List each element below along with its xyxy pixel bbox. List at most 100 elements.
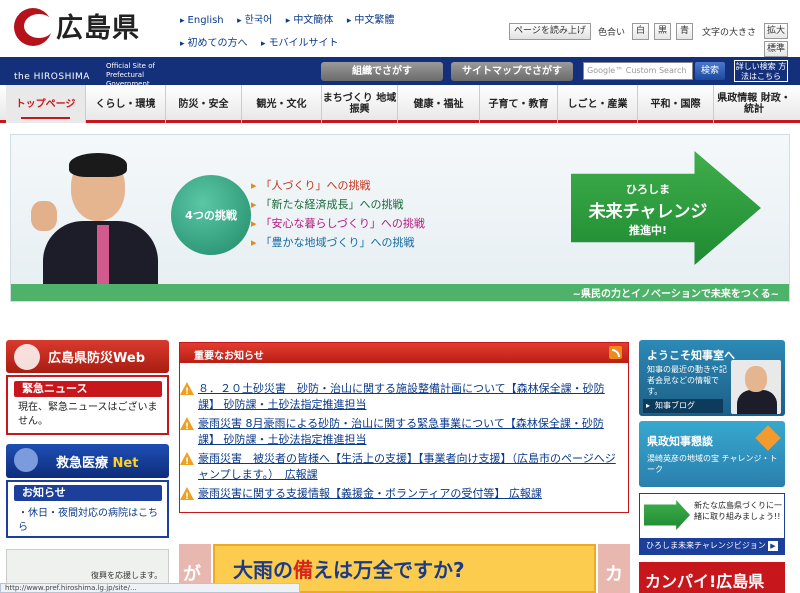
emergency-medical-title: 救急医療 Net	[56, 452, 138, 471]
browser-status-bar: http://www.pref.hiroshima.lg.jp/site/...	[0, 583, 300, 593]
arrow-line-1: ひろしま	[626, 183, 670, 196]
carousel-next-char: カ	[605, 564, 623, 585]
search-button[interactable]: 検索	[695, 62, 725, 80]
challenge-item: 「豊かな地域づくり」への挑戦	[251, 234, 425, 249]
governor-office-title: ようこそ知事室へ	[647, 349, 735, 362]
nav-safety[interactable]: 防災・安全	[166, 85, 242, 123]
notice-title: お知らせ	[14, 485, 162, 501]
notice-item[interactable]: 豪雨災害 8月豪雨による砂防・治山に関する緊急事業について【森林保全課・砂防課】…	[180, 416, 623, 448]
nav-work[interactable]: しごと・産業	[558, 85, 638, 123]
official-site-name: the HIROSHIMA	[14, 72, 90, 82]
four-challenges-badge: 4つの挑戦	[171, 175, 251, 255]
governor-talk-desc: 湯崎英彦の地域の宝 チャレンジ・トーク	[647, 454, 778, 474]
disaster-logo-icon	[14, 344, 40, 370]
nav-tourism[interactable]: 観光・文化	[242, 85, 322, 123]
important-notices-title: 重要なお知らせ	[194, 351, 264, 362]
challenge-item: 「新たな経済成長」への挑戦	[251, 196, 425, 211]
urgent-news-title: 緊急ニュース	[14, 381, 162, 397]
site-header: 広島県 English 한국어 中文簡体 中文繁體 初めての方へ モバイルサイト…	[0, 0, 800, 57]
prefecture-logo-icon[interactable]	[14, 8, 54, 46]
rain-text-highlight: 備	[293, 558, 313, 582]
rain-text-pre: 大雨の	[233, 558, 293, 582]
first-time-link[interactable]: 初めての方へ	[180, 34, 248, 49]
nav-peace[interactable]: 平和・国際	[638, 85, 714, 123]
kanpai-hiroshima-banner[interactable]: カンパイ!広島県	[639, 562, 785, 593]
governor-thumbnail	[731, 360, 781, 414]
governor-talk-banner[interactable]: 県政知事懇談 湯崎英彦の地域の宝 チャレンジ・トーク	[639, 421, 785, 487]
notice-item[interactable]: ８．２０土砂災害 砂防・治山に関する施設整備計画について【森林保全課・砂防課】 …	[180, 381, 623, 413]
maple-leaf-icon	[755, 425, 781, 451]
urgent-news-text: 現在、緊急ニュースはございません。	[18, 402, 158, 427]
governor-office-desc: 知事の最近の動きや記者会見などの情報です。	[647, 365, 727, 396]
warning-icon	[180, 487, 194, 505]
nav-top-page[interactable]: トップページ	[6, 85, 86, 123]
color-white-button[interactable]: 白	[632, 23, 649, 40]
net-label: Net	[112, 456, 139, 471]
urgent-news-box: 緊急ニュース 現在、緊急ニュースはございません。	[6, 375, 169, 435]
future-challenge-logo-icon	[644, 500, 690, 530]
notice-item[interactable]: 豪雨災害 被災者の皆様へ【生活上の支援】【事業者向け支援】（広島市のページへジャ…	[180, 451, 623, 483]
future-challenge-arrow: ひろしま 未来チャレンジ 推進中!	[571, 151, 761, 265]
future-vision-desc: 新たな広島県づくりに一緒に取り組みましょう!!	[694, 501, 782, 521]
hero-footer: ~県民の力とイノベーションで未来をつくる~	[11, 284, 789, 301]
mobile-site-link[interactable]: モバイルサイト	[261, 34, 339, 49]
lang-link-chinese-simplified[interactable]: 中文簡体	[286, 11, 333, 26]
color-blue-button[interactable]: 青	[676, 23, 693, 40]
lang-link-korean[interactable]: 한국어	[237, 11, 273, 26]
challenge-item: 「安心な暮らしづくり」への挑戦	[251, 215, 425, 230]
future-vision-label: ひろしま未来チャレンジビジョン	[646, 541, 766, 550]
emergency-medical-label: 救急医療	[56, 456, 109, 471]
disaster-web-title: 広島県防災Web	[48, 351, 145, 366]
sitemap-search-button[interactable]: サイトマップでさがす	[451, 62, 573, 81]
future-vision-banner[interactable]: 新たな広島県づくりに一緒に取り組みましょう!! ひろしま未来チャレンジビジョン …	[639, 493, 785, 555]
nav-prefectural-info[interactable]: 県政情報 財政・統計	[714, 85, 794, 123]
notice-item-text[interactable]: 豪雨災害に関する支援情報【義援金・ボランティアの受付等】 広報課	[198, 487, 542, 500]
notice-box: お知らせ 休日・夜間対応の病院はこちら	[6, 480, 169, 538]
arrow-line-2: 未来チャレンジ	[588, 202, 708, 222]
notice-item[interactable]: 豪雨災害に関する支援情報【義援金・ボランティアの受付等】 広報課	[180, 486, 623, 505]
medical-logo-icon	[14, 448, 38, 472]
governor-office-banner[interactable]: ようこそ知事室へ 知事の最近の動きや記者会見などの情報です。 知事ブログ	[639, 340, 785, 416]
important-notices-header: 重要なお知らせ	[180, 343, 628, 363]
text-size-label: 文字の大きさ	[702, 28, 757, 38]
nav-health[interactable]: 健康・福祉	[398, 85, 480, 123]
important-notices: 重要なお知らせ ８．２０土砂災害 砂防・治山に関する施設整備計画について【森林保…	[179, 342, 629, 513]
site-logo-text[interactable]: 広島県	[56, 6, 140, 45]
language-links: English 한국어 中文簡体 中文繁體 初めての方へ モバイルサイト	[180, 11, 430, 57]
notice-item-text[interactable]: 豪雨災害 8月豪雨による砂防・治山に関する緊急事業について【森林保全課・砂防課】…	[198, 417, 604, 446]
lang-link-chinese-traditional[interactable]: 中文繁體	[347, 11, 394, 26]
read-aloud-button[interactable]: ページを読み上げ	[509, 23, 591, 40]
nav-community[interactable]: まちづくり 地域振興	[322, 85, 398, 123]
challenge-list: 「人づくり」への挑戦 「新たな経済成長」への挑戦 「安心な暮らしづくり」への挑戦…	[251, 177, 425, 253]
notice-item-text[interactable]: ８．２０土砂災害 砂防・治山に関する施設整備計画について【森林保全課・砂防課】 …	[198, 382, 605, 411]
notice-item-text[interactable]: 豪雨災害 被災者の皆様へ【生活上の支援】【事業者向け支援】（広島市のページへジャ…	[198, 452, 616, 481]
text-size-standard-button[interactable]: 標準	[764, 41, 788, 57]
nav-living[interactable]: くらし・環境	[86, 85, 166, 123]
emergency-medical-banner[interactable]: 救急医療 Net	[6, 444, 169, 478]
warning-icon	[180, 417, 194, 435]
color-scheme-label: 色合い	[598, 28, 626, 38]
arrow-line-3: 推進中!	[628, 224, 668, 237]
color-black-button[interactable]: 黒	[654, 23, 671, 40]
text-size-large-button[interactable]: 拡大	[764, 23, 788, 39]
challenge-item: 「人づくり」への挑戦	[251, 177, 425, 192]
search-input[interactable]: Google™ Custom Search	[583, 62, 693, 80]
hero-banner[interactable]: 4つの挑戦 「人づくり」への挑戦 「新たな経済成長」への挑戦 「安心な暮らしづく…	[10, 134, 790, 302]
governor-photo	[23, 143, 158, 296]
nav-childcare[interactable]: 子育て・教育	[480, 85, 558, 123]
future-vision-link[interactable]: ひろしま未来チャレンジビジョン ▶	[640, 538, 784, 554]
advanced-search-link[interactable]: 詳しい検索 方法はこちら	[734, 60, 788, 82]
kanpai-title: カンパイ!広島県	[645, 572, 765, 591]
rss-icon[interactable]	[609, 346, 622, 359]
disaster-web-banner[interactable]: 広島県防災Web	[6, 340, 169, 373]
lang-link-english[interactable]: English	[180, 15, 224, 26]
rain-text-post: えは万全ですか?	[313, 558, 465, 582]
main-navigation: トップページ くらし・環境 防災・安全 観光・文化 まちづくり 地域振興 健康・…	[0, 85, 800, 123]
org-search-button[interactable]: 組織でさがす	[321, 62, 443, 81]
governor-talk-title: 県政知事懇談	[647, 435, 713, 448]
governor-blog-button[interactable]: 知事ブログ	[643, 399, 723, 413]
holiday-hospital-link[interactable]: 休日・夜間対応の病院はこちら	[18, 507, 163, 535]
official-site-label: the HIROSHIMA	[14, 62, 90, 83]
hero-slogan: ~県民の力とイノベーションで未来をつくる~	[572, 289, 779, 300]
warning-icon	[180, 382, 194, 400]
